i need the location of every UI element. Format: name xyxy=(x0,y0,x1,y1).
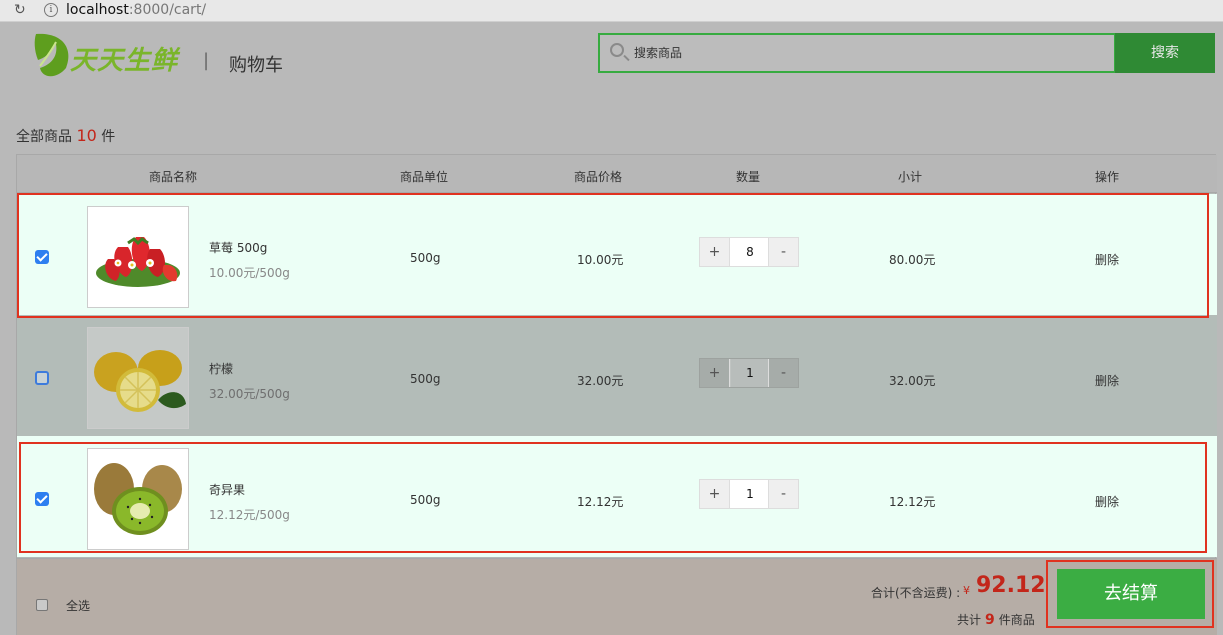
product-unit-price: 32.00元/500g xyxy=(209,387,290,401)
column-header-quantity: 数量 xyxy=(736,170,761,184)
column-header-unit: 商品单位 xyxy=(400,170,449,184)
cart-row: 柠檬 32.00元/500g 500g 32.00元 + 1 - 32.00元 … xyxy=(17,315,1217,436)
row-checkbox[interactable] xyxy=(35,371,49,385)
logo-text: 天天生鲜 xyxy=(70,46,179,76)
total-label: 合计(不含运费) : xyxy=(871,586,961,600)
total-items-count: 9 xyxy=(985,612,995,628)
cart-item-count: 10 xyxy=(76,126,97,145)
header-divider: | xyxy=(203,50,210,71)
browser-address-bar: ↻ i localhost:8000/cart/ xyxy=(0,0,1223,22)
column-header-name: 商品名称 xyxy=(149,170,198,184)
product-name[interactable]: 柠檬 xyxy=(209,360,233,377)
cart-table: 商品名称 商品单位 商品价格 数量 小计 操作 草莓 500g 10.00元/5… xyxy=(16,154,1217,635)
select-all-checkbox[interactable] xyxy=(36,599,48,611)
selected-row-highlight xyxy=(17,193,1209,318)
quantity-decrease-button[interactable]: - xyxy=(768,359,798,387)
site-info-icon[interactable]: i xyxy=(44,3,58,17)
total-items-line: 共计 9 件商品 xyxy=(957,612,1035,628)
cart-item-summary: 全部商品 10 件 xyxy=(16,126,116,145)
column-header-action: 操作 xyxy=(1095,170,1120,184)
url-text[interactable]: localhost:8000/cart/ xyxy=(66,2,206,18)
lemon-image-art xyxy=(94,350,186,412)
site-logo[interactable]: 天天生鲜 xyxy=(30,26,190,88)
product-unit: 500g xyxy=(410,372,441,386)
search-button[interactable]: 搜索 xyxy=(1115,33,1215,73)
page-title: 购物车 xyxy=(229,55,283,76)
lemon-image[interactable] xyxy=(87,327,189,429)
selected-row-highlight xyxy=(19,442,1207,553)
search-box[interactable] xyxy=(598,33,1116,73)
quantity-increase-button[interactable]: + xyxy=(700,359,730,387)
quantity-stepper: + 1 - xyxy=(699,358,799,388)
product-price: 32.00元 xyxy=(577,374,624,388)
search-icon xyxy=(610,43,624,57)
table-header: 商品名称 商品单位 商品价格 数量 小计 操作 xyxy=(17,155,1217,193)
search-input[interactable] xyxy=(634,43,1094,63)
reload-icon[interactable]: ↻ xyxy=(14,2,26,18)
select-all-label[interactable]: 全选 xyxy=(66,597,90,614)
checkout-button[interactable]: 去结算 xyxy=(1057,569,1205,619)
quantity-input[interactable]: 1 xyxy=(731,359,769,387)
column-header-price: 商品价格 xyxy=(574,170,623,184)
currency-symbol: ¥ xyxy=(963,584,970,597)
product-subtotal: 32.00元 xyxy=(889,374,936,388)
delete-link[interactable]: 删除 xyxy=(1095,372,1119,389)
cart-footer: 全选 合计(不含运费) : ¥ 92.12 共计 9 件商品 去结算 xyxy=(17,558,1217,635)
column-header-subtotal: 小计 xyxy=(898,170,923,184)
total-amount: 92.12 xyxy=(976,573,1046,598)
